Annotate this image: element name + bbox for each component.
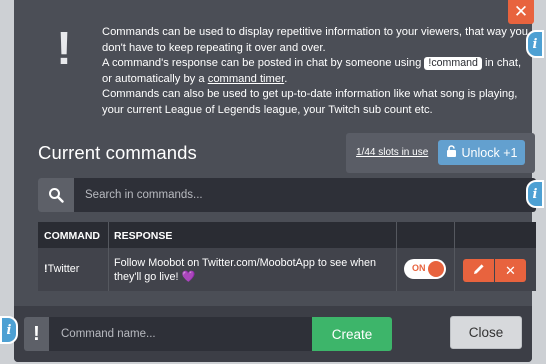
response-text: Follow Moobot on Twitter.com/MoobotApp t… xyxy=(114,257,377,283)
slots-usage-link[interactable]: 1/44 slots in use xyxy=(356,147,428,158)
toggle-label: ON xyxy=(412,263,426,273)
column-divider xyxy=(108,222,109,291)
search-icon xyxy=(38,178,74,212)
unlock-button-label: Unlock +1 xyxy=(461,145,518,160)
description-line-3: Commands can also be used to get up-to-d… xyxy=(102,88,518,116)
command-chip: !command xyxy=(424,57,482,71)
edit-button[interactable] xyxy=(463,259,494,282)
unlock-button[interactable]: Unlock +1 xyxy=(438,140,525,165)
delete-button[interactable]: ✕ xyxy=(495,259,526,282)
toggle-knob xyxy=(428,261,444,277)
column-header-command: COMMAND xyxy=(44,230,100,242)
footer-bar: ! Create Close xyxy=(14,306,532,362)
exclamation-icon: ! xyxy=(24,317,49,351)
lock-icon xyxy=(446,145,457,160)
info-icon[interactable]: i xyxy=(0,316,18,344)
column-divider xyxy=(396,222,397,291)
info-icon[interactable]: i xyxy=(526,180,544,208)
close-icon[interactable]: ✕ xyxy=(508,0,534,24)
close-icon: ✕ xyxy=(505,262,516,278)
search-input[interactable] xyxy=(74,178,536,212)
description-line-2-pre: A command's response can be posted in ch… xyxy=(102,57,422,70)
search-bar xyxy=(38,178,536,212)
info-icon[interactable]: i xyxy=(526,30,544,58)
description-line-1: Commands can be used to display repetiti… xyxy=(102,26,528,54)
command-timer-link[interactable]: command timer xyxy=(208,73,284,85)
slots-box: 1/44 slots in use Unlock +1 xyxy=(346,133,535,173)
heart-icon: 💜 xyxy=(181,271,196,283)
exclamation-icon: ! xyxy=(56,22,72,74)
command-cell: !Twitter xyxy=(44,263,79,275)
response-cell: Follow Moobot on Twitter.com/MoobotApp t… xyxy=(114,256,392,284)
column-divider xyxy=(454,222,455,291)
command-name-input[interactable] xyxy=(49,317,312,351)
close-button[interactable]: Close xyxy=(450,316,522,349)
table-row: !Twitter Follow Moobot on Twitter.com/Mo… xyxy=(38,248,536,291)
command-toggle[interactable]: ON xyxy=(404,259,446,279)
create-button[interactable]: Create xyxy=(312,317,392,351)
description-line-2-end: . xyxy=(284,72,288,85)
page-title: Current commands xyxy=(38,142,197,163)
pencil-icon xyxy=(473,263,485,278)
column-header-response: RESPONSE xyxy=(114,230,173,242)
description-text: Commands can be used to display repetiti… xyxy=(102,25,534,119)
commands-table: COMMAND RESPONSE !Twitter Follow Moobot … xyxy=(38,222,536,291)
table-header: COMMAND RESPONSE xyxy=(38,222,536,248)
add-command-bar: ! Create xyxy=(24,317,392,351)
command-name: Twitter xyxy=(47,263,80,275)
